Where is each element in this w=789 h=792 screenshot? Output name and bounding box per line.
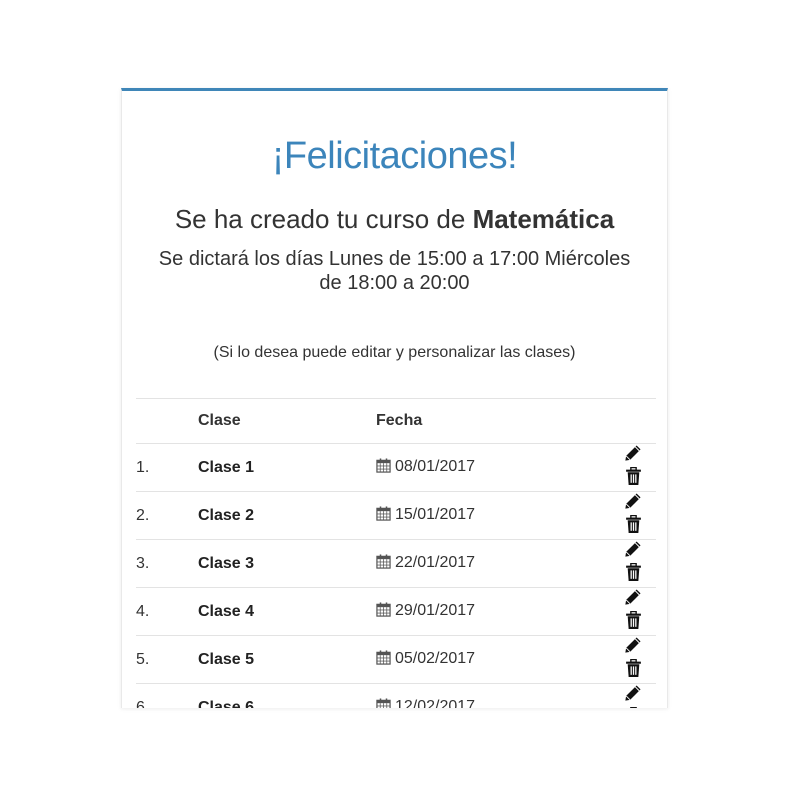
class-date: 08/01/2017	[395, 457, 476, 475]
calendar-icon	[376, 697, 391, 708]
schedule-text: Se dictará los días Lunes de 15:00 a 17:…	[132, 247, 657, 295]
table-row: 1. Clase 1 08/01/2017	[136, 443, 656, 492]
pencil-icon[interactable]	[624, 684, 642, 707]
table-row: 6. Clase 6 12/02/2017	[136, 683, 656, 709]
row-number: 4.	[136, 587, 198, 636]
calendar-icon	[376, 457, 391, 478]
course-created-message: Se ha creado tu curso de Matemática	[122, 204, 667, 235]
row-actions	[606, 443, 656, 492]
pencil-icon[interactable]	[624, 492, 642, 515]
column-header-fecha: Fecha	[376, 398, 606, 444]
page-title: ¡Felicitaciones!	[271, 135, 518, 177]
calendar-icon	[376, 553, 391, 574]
course-created-card: ¡Felicitaciones! Se ha creado tu curso d…	[121, 88, 668, 708]
class-date-cell: 05/02/2017	[376, 635, 606, 684]
class-date-cell: 15/01/2017	[376, 491, 606, 540]
table-header-row: Clase Fecha	[136, 398, 656, 444]
class-date: 05/02/2017	[395, 649, 476, 667]
row-actions	[606, 635, 656, 684]
pencil-icon[interactable]	[624, 588, 642, 611]
column-header-number	[136, 398, 198, 444]
class-name: Clase 4	[198, 587, 376, 636]
class-name: Clase 3	[198, 539, 376, 588]
row-number: 3.	[136, 539, 198, 588]
trash-icon[interactable]	[625, 658, 642, 683]
row-actions	[606, 491, 656, 540]
table-row: 4. Clase 4 29/01/2017	[136, 587, 656, 636]
pencil-icon[interactable]	[624, 444, 642, 467]
calendar-icon	[376, 505, 391, 526]
table-row: 2. Clase 2 15/01/2017	[136, 491, 656, 540]
row-number: 6.	[136, 683, 198, 708]
row-number: 2.	[136, 491, 198, 540]
class-date: 29/01/2017	[395, 601, 476, 619]
classes-table: Clase Fecha 1. Clase 1 08/01/2017 2. Cla…	[136, 398, 656, 708]
class-date-cell: 12/02/2017	[376, 683, 606, 709]
trash-icon[interactable]	[625, 514, 642, 539]
calendar-icon	[376, 601, 391, 622]
pencil-icon[interactable]	[624, 636, 642, 659]
table-body: 1. Clase 1 08/01/2017 2. Clase 2 15/01/2…	[136, 443, 656, 709]
class-date: 15/01/2017	[395, 505, 476, 523]
schedule-line-2: de 18:00 a 20:00	[319, 272, 470, 294]
class-name: Clase 1	[198, 443, 376, 492]
trash-icon[interactable]	[625, 610, 642, 635]
course-name: Matemática	[472, 204, 615, 234]
edit-note: (Si lo desea puede editar y personalizar…	[213, 344, 576, 361]
trash-icon[interactable]	[625, 562, 642, 587]
class-name: Clase 2	[198, 491, 376, 540]
table-row: 5. Clase 5 05/02/2017	[136, 635, 656, 684]
schedule-line-1: Se dictará los días Lunes de 15:00 a 17:…	[158, 248, 631, 270]
row-actions	[606, 683, 656, 708]
calendar-icon	[376, 649, 391, 670]
column-header-actions	[606, 398, 656, 444]
class-date-cell: 22/01/2017	[376, 539, 606, 588]
class-date: 22/01/2017	[395, 553, 476, 571]
class-name: Clase 6	[198, 683, 376, 708]
row-number: 1.	[136, 443, 198, 492]
subtitle-prefix: Se ha creado tu curso de	[174, 204, 473, 234]
trash-icon[interactable]	[625, 466, 642, 491]
class-date: 12/02/2017	[395, 697, 476, 709]
pencil-icon[interactable]	[624, 540, 642, 563]
row-actions	[606, 587, 656, 636]
trash-icon[interactable]	[625, 706, 642, 708]
class-date-cell: 08/01/2017	[376, 443, 606, 492]
class-date-cell: 29/01/2017	[376, 587, 606, 636]
row-number: 5.	[136, 635, 198, 684]
class-name: Clase 5	[198, 635, 376, 684]
row-actions	[606, 539, 656, 588]
column-header-clase: Clase	[198, 398, 376, 444]
table-row: 3. Clase 3 22/01/2017	[136, 539, 656, 588]
